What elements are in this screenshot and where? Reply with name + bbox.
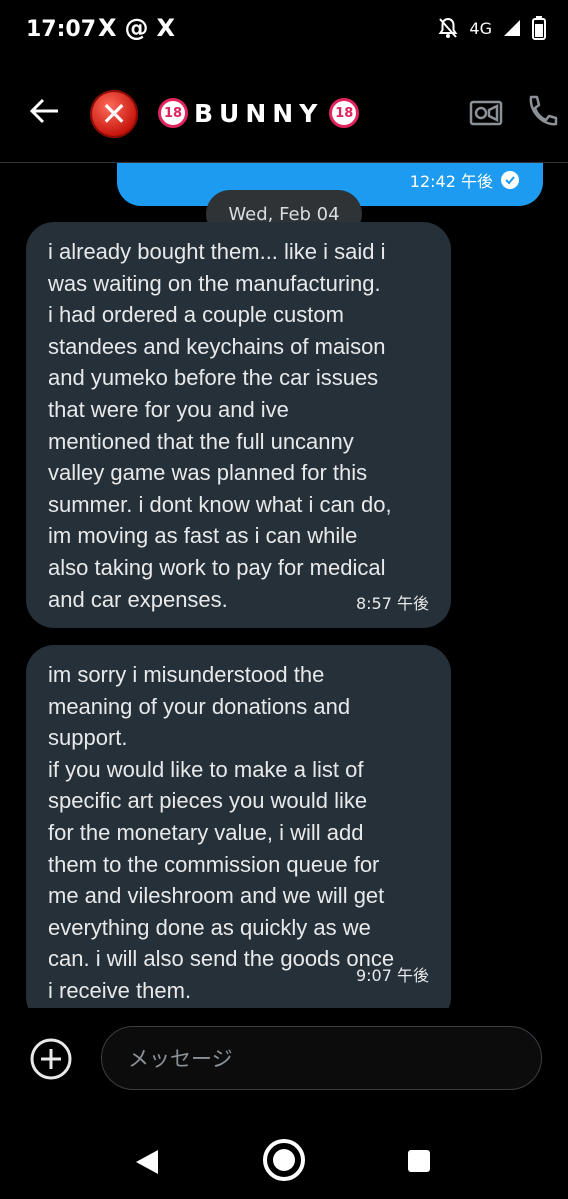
age-18-badge-right: 18: [329, 98, 360, 128]
received-message-bubble[interactable]: i already bought them... like i said i w…: [26, 222, 451, 628]
message-text: im sorry i misunderstood the meaning of …: [48, 662, 395, 1003]
signal-icon: [504, 20, 520, 36]
status-app-icons: X @ X: [98, 14, 175, 42]
message-time: 8:57 午後: [355, 594, 429, 613]
avatar[interactable]: ✕: [90, 90, 138, 138]
age-18-badge-left: 18: [158, 98, 188, 128]
x-logo-icon: X: [98, 14, 117, 42]
nav-back-icon[interactable]: [134, 1148, 160, 1176]
battery-icon: [532, 16, 546, 40]
sent-message-meta: 12:42 午後: [410, 168, 519, 192]
phone-icon[interactable]: [524, 94, 558, 130]
add-media-icon[interactable]: [29, 1037, 73, 1081]
read-check-icon: [501, 171, 519, 189]
conversation-header: ✕ 18 BUNNY 18: [0, 64, 568, 163]
nav-home-icon[interactable]: [262, 1138, 306, 1182]
back-arrow-icon[interactable]: [28, 94, 62, 128]
status-time: 17:07: [26, 17, 97, 42]
system-nav-bar: [0, 1108, 568, 1199]
contact-name: BUNNY: [194, 98, 324, 128]
threads-icon: @: [124, 14, 149, 42]
received-message-bubble[interactable]: im sorry i misunderstood the meaning of …: [26, 645, 451, 1008]
message-list[interactable]: 12:42 午後 Wed, Feb 04 i already bought th…: [0, 163, 568, 1008]
status-bar: 17:07 X @ X 4G: [0, 0, 568, 64]
network-label: 4G: [469, 18, 492, 38]
notifications-off-icon: [439, 17, 458, 38]
message-input-container: [101, 1026, 542, 1091]
message-composer: [0, 1008, 568, 1108]
video-camera-icon[interactable]: [469, 98, 503, 128]
nav-recents-icon[interactable]: [408, 1150, 430, 1172]
message-text: i already bought them... like i said i w…: [48, 239, 392, 612]
message-input[interactable]: [126, 1027, 520, 1091]
message-time: 9:07 午後: [355, 966, 429, 985]
sent-message-time: 12:42 午後: [409, 172, 493, 191]
contact-title[interactable]: 18 BUNNY 18: [158, 98, 360, 128]
status-right-icons: 4G: [437, 16, 546, 40]
avatar-cross-symbol: ✕: [100, 95, 128, 133]
x-logo-icon: X: [156, 14, 176, 42]
